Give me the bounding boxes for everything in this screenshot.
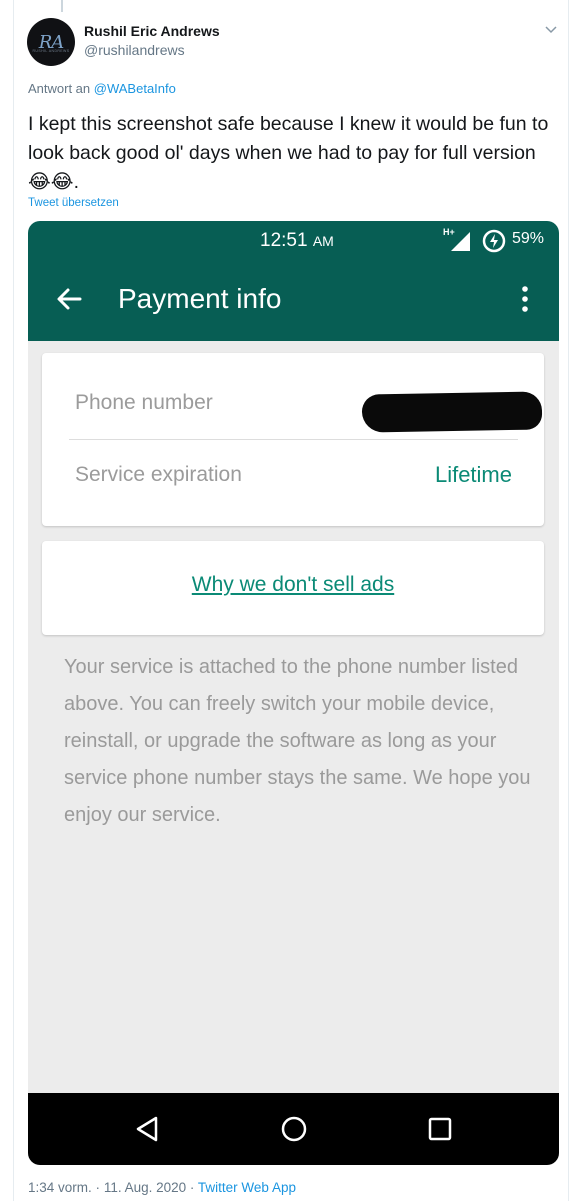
signal-icon: H+: [443, 227, 471, 257]
reply-context: Antwort an @WABetaInfo: [28, 81, 176, 96]
meta-separator: ·: [95, 1180, 101, 1195]
status-time: 12:51 AM: [260, 230, 334, 252]
author-handle[interactable]: @rushilandrews: [84, 42, 185, 58]
battery-percent: 59%: [512, 230, 545, 247]
network-type: H+: [443, 227, 455, 237]
tweet-metadata: 1:34 vorm. · 11. Aug. 2020 · Twitter Web…: [28, 1180, 296, 1195]
author-name[interactable]: Rushil Eric Andrews: [84, 23, 220, 39]
avatar-subtext: RUSHIL ANDREWS: [32, 49, 70, 53]
tweet-time[interactable]: 1:34 vorm.: [28, 1180, 92, 1195]
more-vert-icon[interactable]: [518, 285, 532, 318]
square-recents-icon[interactable]: [427, 1116, 453, 1147]
redacted-phone-number: [361, 391, 543, 433]
service-expiration-label: Service expiration: [75, 463, 242, 486]
arrow-left-icon[interactable]: [56, 286, 82, 317]
payment-info-card: Phone number Service expiration Lifetime: [42, 353, 544, 526]
service-info-text: Your service is attached to the phone nu…: [64, 656, 531, 826]
status-ampm: AM: [312, 233, 334, 249]
circle-home-icon[interactable]: [280, 1115, 308, 1148]
meta-separator: ·: [189, 1180, 195, 1195]
thread-connector-line: [61, 0, 63, 12]
chevron-down-icon[interactable]: [544, 22, 558, 41]
ads-info-card: Why we don't sell ads: [42, 541, 544, 635]
avatar[interactable]: RA RUSHIL ANDREWS: [27, 18, 75, 66]
reply-prefix: Antwort an: [28, 81, 91, 96]
tweet-emojis: 😂😂: [28, 171, 74, 193]
tweet-date[interactable]: 11. Aug. 2020: [104, 1180, 186, 1195]
battery-saver-icon: [481, 228, 507, 259]
tweet-text-suffix: .: [73, 171, 79, 193]
tweet-body: I kept this screenshot safe because I kn…: [28, 113, 549, 164]
card-divider: [69, 439, 518, 440]
triangle-back-icon[interactable]: [134, 1115, 160, 1148]
phone-number-label: Phone number: [75, 391, 213, 414]
app-header: Payment info: [28, 259, 559, 341]
translate-tweet-link[interactable]: Tweet übersetzen: [28, 197, 119, 209]
timeline-border-right: [568, 0, 569, 1201]
page-title: Payment info: [118, 283, 282, 314]
attached-screenshot[interactable]: 12:51 AM H+ 59% Payment info Phone numbe…: [28, 221, 559, 1165]
reply-to-link[interactable]: @WABetaInfo: [94, 81, 176, 96]
android-nav-bar: [28, 1093, 559, 1165]
status-time-value: 12:51: [260, 230, 308, 251]
status-bar: 12:51 AM H+ 59%: [28, 221, 559, 259]
timeline-border-left: [13, 0, 14, 1201]
tweet-source[interactable]: Twitter Web App: [198, 1180, 296, 1195]
service-expiration-value: Lifetime: [434, 462, 512, 487]
tweet-text: I kept this screenshot safe because I kn…: [28, 110, 558, 197]
why-no-ads-link[interactable]: Why we don't sell ads: [42, 573, 544, 597]
